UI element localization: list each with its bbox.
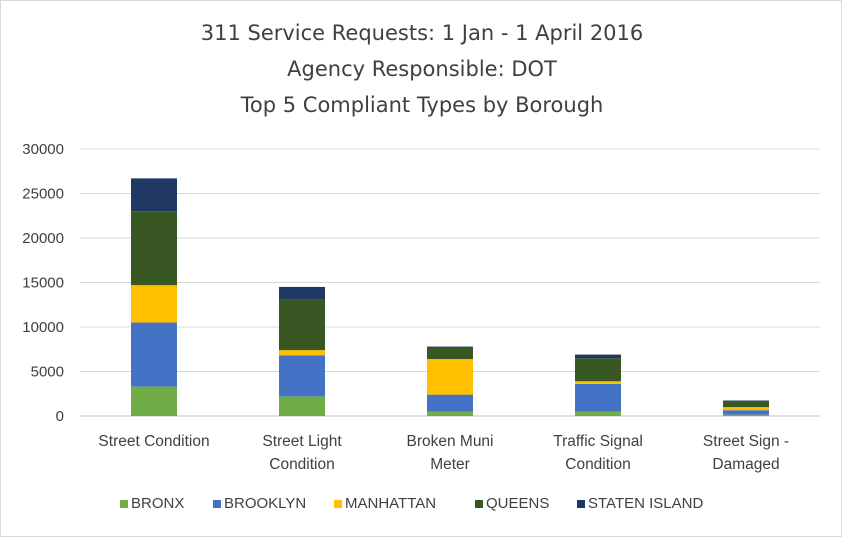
- bar-segment-brooklyn: [723, 410, 769, 415]
- bar-segment-bronx: [427, 411, 473, 416]
- legend-swatch: [475, 500, 483, 508]
- bar-segment-queens: [575, 358, 621, 382]
- bar-segment-manhattan: [279, 350, 325, 356]
- x-category-label: Damaged: [712, 456, 779, 473]
- y-tick-label: 20000: [22, 230, 64, 247]
- legend-label: BROOKLYN: [224, 495, 306, 512]
- x-category-label: Condition: [565, 456, 631, 473]
- bar-segment-staten-island: [279, 286, 325, 300]
- legend-label: STATEN ISLAND: [588, 495, 703, 512]
- y-tick-label: 10000: [22, 319, 64, 336]
- bar-segment-queens: [131, 211, 177, 286]
- y-tick-label: 30000: [22, 141, 64, 158]
- legend-swatch: [577, 500, 585, 508]
- bar-segment-brooklyn: [131, 322, 177, 387]
- x-category-label: Street Light: [262, 433, 342, 450]
- bar-segment-bronx: [131, 386, 177, 416]
- bar-segment-brooklyn: [427, 394, 473, 412]
- bar-segment-queens: [279, 299, 325, 351]
- legend-swatch: [334, 500, 342, 508]
- legend-swatch: [120, 500, 128, 508]
- x-category-label: Street Condition: [98, 433, 209, 450]
- legend-label: QUEENS: [486, 495, 549, 512]
- bar-segment-bronx: [575, 411, 621, 416]
- bar-segment-brooklyn: [575, 383, 621, 412]
- y-tick-label: 25000: [22, 186, 64, 203]
- bar-segment-queens: [427, 347, 473, 360]
- bar-segment-staten-island: [427, 346, 473, 348]
- x-category-label: Traffic Signal: [553, 433, 643, 450]
- bar-segment-staten-island: [131, 178, 177, 212]
- bar-segment-manhattan: [575, 381, 621, 384]
- bar-segment-queens: [723, 400, 769, 408]
- y-tick-label: 0: [56, 408, 64, 425]
- x-category-label: Broken Muni: [406, 433, 493, 450]
- bar-segment-brooklyn: [279, 355, 325, 397]
- bar-segment-manhattan: [723, 407, 769, 411]
- bar-segment-staten-island: [575, 354, 621, 359]
- legend-label: BRONX: [131, 495, 184, 512]
- y-tick-label: 15000: [22, 275, 64, 292]
- x-category-label: Street Sign -: [703, 433, 789, 450]
- x-category-label: Meter: [430, 456, 470, 473]
- legend-label: MANHATTAN: [345, 495, 436, 512]
- legend-swatch: [213, 500, 221, 508]
- bar-segment-manhattan: [427, 359, 473, 395]
- x-category-label: Condition: [269, 456, 335, 473]
- bar-segment-manhattan: [131, 285, 177, 323]
- stacked-bar-chart: 0 5000 10000 15000 20000 25000 30000 Street Con…: [22, 141, 820, 512]
- bar-segment-bronx: [279, 396, 325, 416]
- bar-segment-bronx: [723, 414, 769, 416]
- y-tick-label: 5000: [31, 364, 64, 381]
